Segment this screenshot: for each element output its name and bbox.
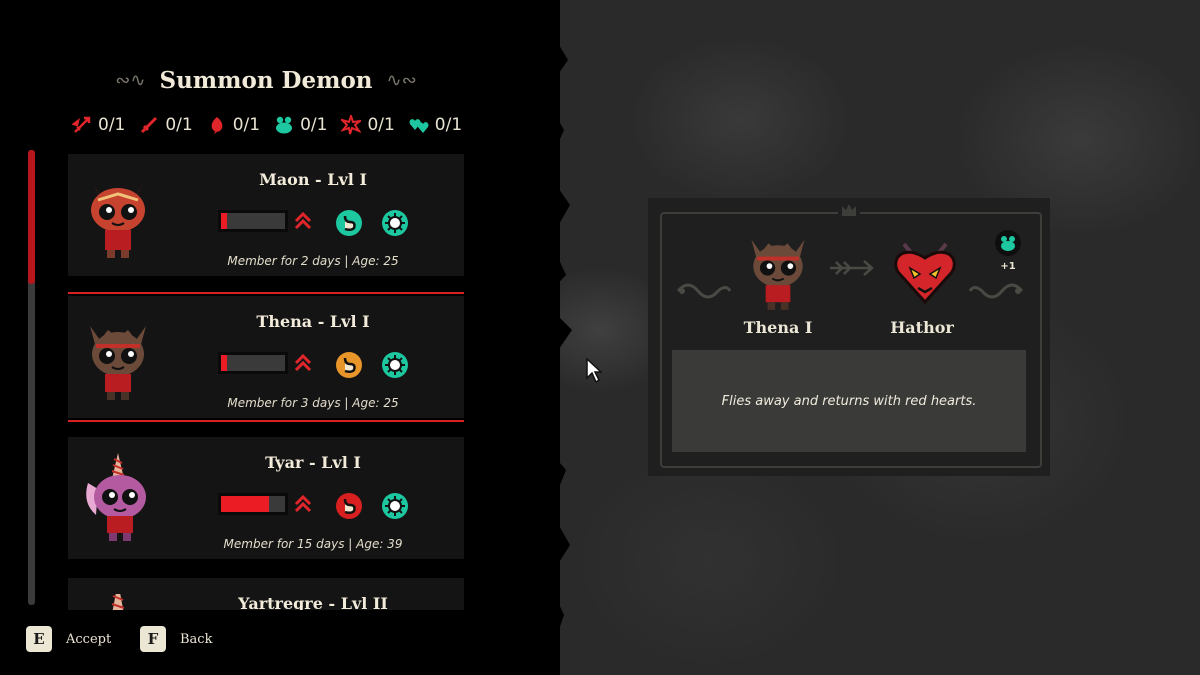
right-flourish-icon: ∿∾: [386, 69, 417, 91]
follower-card-thena[interactable]: Thena - Lvl I Member for 3 days | Age: 2…: [68, 292, 464, 422]
summon-preview-panel: +1 Thena I Hathor Flies away and returns…: [648, 198, 1050, 476]
back-control[interactable]: F Back: [140, 626, 212, 652]
follower-card-tyar[interactable]: Tyar - Lvl I Member for 15 days | Age: 3…: [68, 437, 464, 559]
twin-hearts-icon: [409, 119, 429, 133]
bonus-value: +1: [1000, 261, 1016, 272]
left-flourish-icon: ∾∿: [115, 69, 146, 91]
transform-arrow-icon: [830, 260, 874, 276]
resource-value: 0/1: [434, 115, 463, 135]
sun-cog-trait-icon[interactable]: [382, 210, 408, 236]
level-up-arrows-icon: [294, 494, 312, 513]
follower-name: Maon - Lvl I: [259, 170, 367, 189]
cat-follower-portrait: [91, 182, 145, 258]
frog-icon: [995, 230, 1021, 256]
resource-value: 0/1: [367, 115, 395, 135]
unicorn-follower-portrait: [111, 594, 125, 610]
back-key[interactable]: F: [140, 626, 166, 652]
resource-counters: 0/1 0/1 0/1 0/1 0/1 0/1: [72, 112, 462, 138]
bat-follower-portrait: [90, 326, 146, 400]
follower-card-maon[interactable]: Maon - Lvl I Member for 2 days | Age: 25: [68, 154, 464, 276]
sword-icon: [141, 116, 158, 134]
level-progress-bar: [218, 493, 288, 515]
level-up-arrows-icon: [294, 211, 312, 230]
accept-key[interactable]: E: [26, 626, 52, 652]
follower-meta: Member for 15 days | Age: 39: [223, 537, 403, 551]
follower-meta: Member for 2 days | Age: 25: [227, 254, 399, 268]
resource-frog: 0/1: [274, 115, 327, 135]
level-progress-bar: [218, 210, 288, 232]
resource-twin-hearts: 0/1: [409, 115, 462, 135]
resource-burst-star: 0/1: [341, 115, 395, 135]
level-progress-bar: [218, 352, 288, 374]
follower-name: Tyar - Lvl I: [265, 453, 361, 472]
page-title: Summon Demon: [159, 66, 373, 94]
left-swirl-ornament: [676, 283, 732, 299]
resource-sword: 0/1: [139, 115, 193, 135]
sun-cog-trait-icon[interactable]: [382, 352, 408, 378]
bar-fill: [221, 496, 269, 512]
crown-emblem-icon: [838, 200, 860, 220]
hathor-demon-icon: [894, 242, 956, 305]
accept-label: Accept: [66, 631, 112, 647]
blood-drop-icon: [211, 117, 223, 134]
frog-icon: [276, 116, 293, 134]
list-scrollbar[interactable]: [28, 150, 35, 605]
follower-name: Yartregre - Lvl II: [238, 594, 388, 610]
stomach-trait-icon[interactable]: [336, 352, 362, 378]
resource-value: 0/1: [165, 115, 193, 135]
follower-name: Thena - Lvl I: [256, 312, 370, 331]
resource-winged-sword: 0/1: [72, 115, 125, 135]
resource-value: 0/1: [300, 115, 328, 135]
mouse-cursor-icon: [586, 358, 602, 384]
resource-value: 0/1: [232, 115, 261, 135]
title-row: ∾∿ Summon Demon ∿∾: [68, 62, 464, 98]
follower-card-yartregre[interactable]: Yartregre - Lvl II: [68, 578, 464, 610]
selected-follower-portrait: [751, 239, 805, 310]
stomach-trait-icon[interactable]: [336, 210, 362, 236]
bar-fill: [221, 213, 228, 229]
resource-blood-drop: 0/1: [207, 115, 260, 135]
resource-value: 0/1: [98, 115, 126, 135]
follower-meta: Member for 3 days | Age: 25: [227, 396, 399, 410]
back-label: Back: [180, 631, 213, 647]
right-swirl-ornament: [968, 283, 1024, 299]
demon-name: Hathor: [890, 318, 954, 337]
sun-cog-trait-icon[interactable]: [382, 493, 408, 519]
unicorn-follower-portrait: [86, 453, 146, 541]
bar-fill: [221, 355, 228, 371]
demon-description: Flies away and returns with red hearts.: [672, 350, 1026, 452]
torn-paper-edge: [520, 0, 572, 675]
level-up-arrows-icon: [294, 353, 312, 372]
burst-star-icon: [341, 115, 362, 135]
scrollbar-thumb[interactable]: [28, 150, 35, 284]
stomach-trait-icon[interactable]: [336, 493, 362, 519]
winged-sword-icon: [72, 116, 91, 133]
selected-follower-name: Thena I: [743, 318, 813, 337]
follower-list: Maon - Lvl I Member for 2 days | Age: 25…: [68, 154, 464, 610]
bonus-indicator: +1: [988, 230, 1028, 280]
accept-control[interactable]: E Accept: [26, 626, 111, 652]
